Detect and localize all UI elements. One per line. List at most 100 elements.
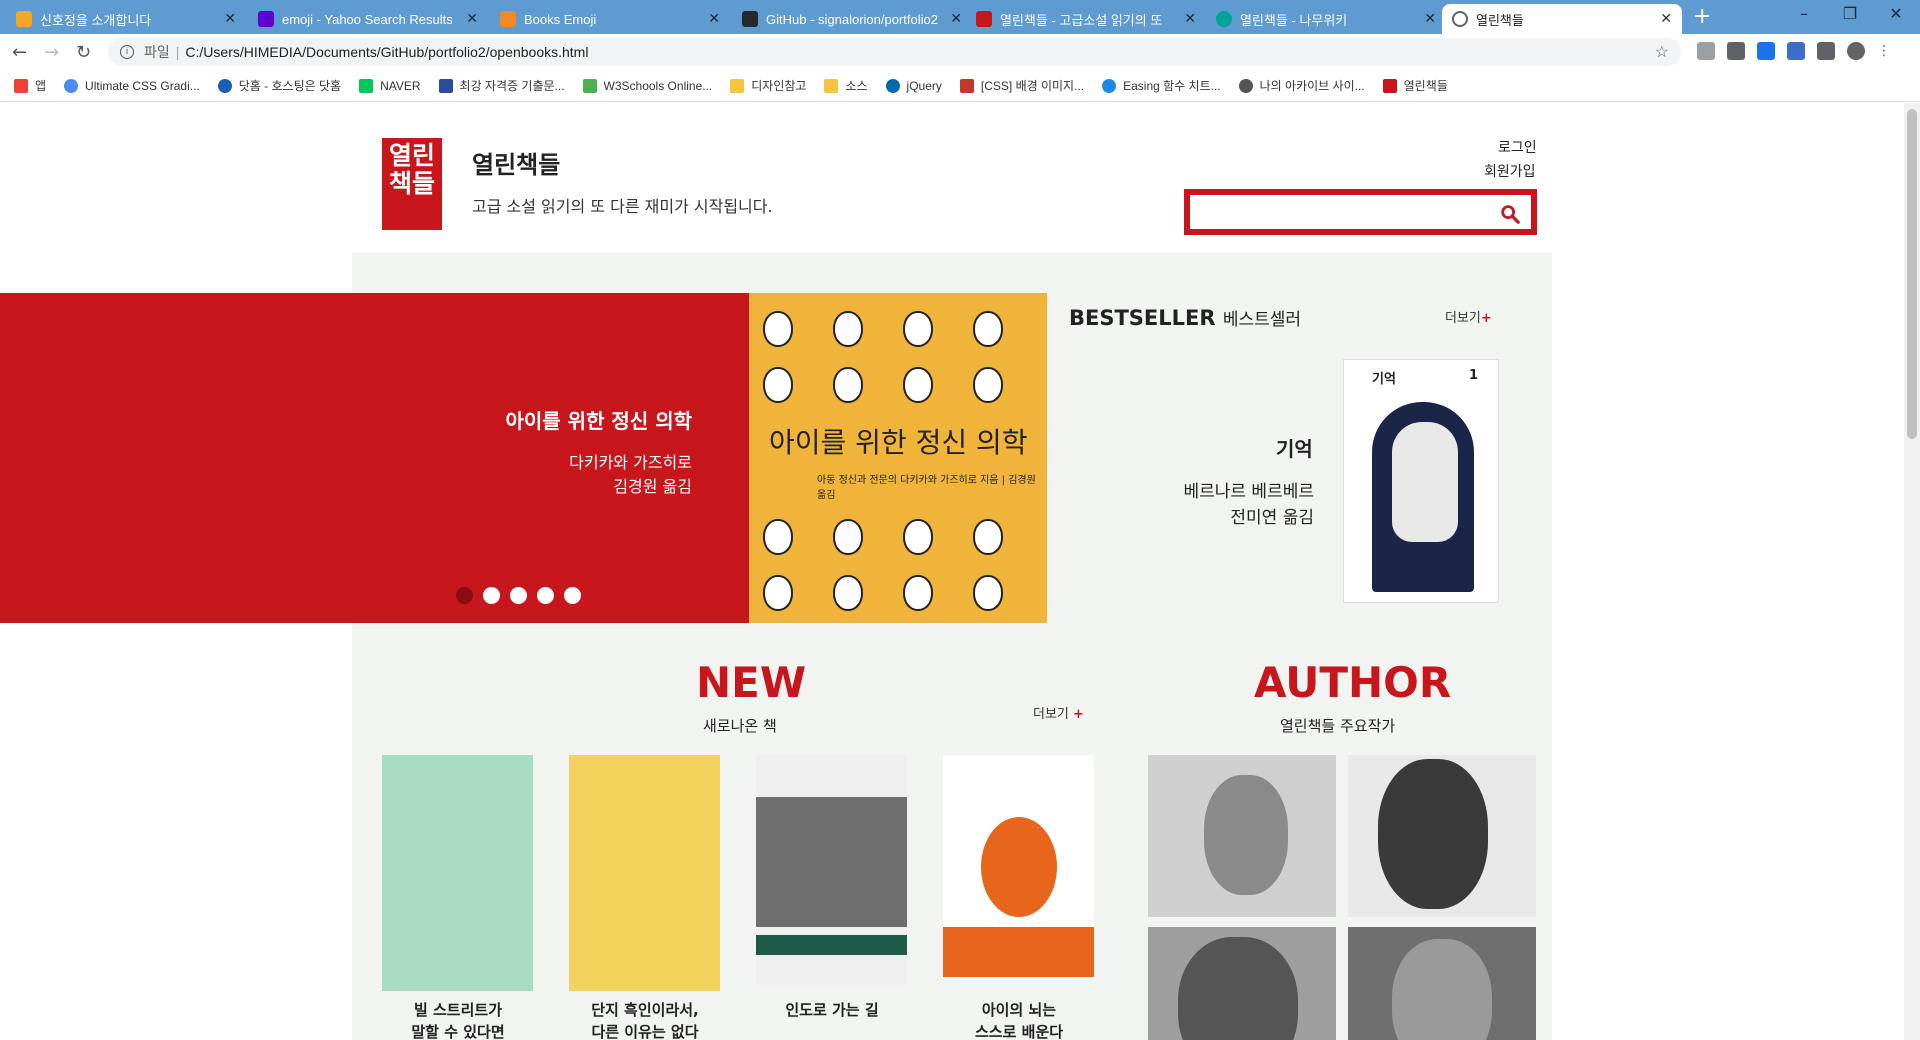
close-icon[interactable]: ✕ <box>466 10 478 27</box>
book-title[interactable]: 인도로 가는 길 <box>752 999 912 1021</box>
maximize-button[interactable]: ❐ <box>1840 4 1860 23</box>
new-section-subtitle: 새로나온 책 <box>703 717 777 735</box>
extension-badge-icon[interactable] <box>1787 42 1805 60</box>
tab-favicon-icon <box>742 11 758 27</box>
bookmark-item[interactable]: Easing 함수 치트... <box>1102 77 1221 94</box>
close-icon[interactable]: ✕ <box>708 10 720 27</box>
bestseller-book-cover[interactable]: 기억 1 <box>1343 359 1499 603</box>
close-icon[interactable]: ✕ <box>224 10 236 27</box>
bookmark-item[interactable]: 앱 <box>14 77 46 94</box>
bookmark-item[interactable]: NAVER <box>359 78 421 93</box>
bookmark-item[interactable]: W3Schools Online... <box>582 78 712 93</box>
menu-icon[interactable]: ⋮ <box>1877 42 1895 60</box>
scrollbar-thumb[interactable] <box>1907 109 1917 439</box>
bookmark-item[interactable]: 닷홈 - 호스팅은 닷홈 <box>217 77 341 94</box>
login-link[interactable]: 로그인 <box>1498 137 1537 157</box>
bestseller-more-link[interactable]: 더보기+ <box>1445 307 1492 326</box>
book-cover[interactable] <box>382 755 533 991</box>
plus-icon: + <box>1073 707 1084 722</box>
download-icon[interactable] <box>1757 42 1775 60</box>
info-icon[interactable]: i <box>120 45 134 59</box>
bookmark-folder[interactable]: 디자인참고 <box>730 77 806 94</box>
bookmark-item[interactable]: [CSS] 배경 이미지... <box>959 77 1084 94</box>
book-title[interactable]: 아이의 뇌는 스스로 배운다 <box>939 999 1099 1040</box>
book-cover[interactable] <box>943 755 1094 977</box>
author-photo[interactable] <box>1348 755 1536 917</box>
bookmark-item[interactable]: 열린책들 <box>1382 77 1448 94</box>
browser-tab[interactable]: emoji - Yahoo Search Results ✕ <box>248 4 488 34</box>
page-viewport: 열린 책들 열린책들 고급 소설 읽기의 또 다른 재미가 시작됩니다. 로그인… <box>0 103 1904 1040</box>
book-cover[interactable] <box>756 755 907 985</box>
tab-favicon-icon <box>16 11 32 27</box>
browser-toolbar: ← → ↻ i 파일 | C:/Users/HIMEDIA/Documents/… <box>0 34 1920 70</box>
close-icon[interactable]: ✕ <box>950 10 962 27</box>
hero-book-author: 다키카와 가즈히로 <box>569 453 692 472</box>
profile-icon[interactable] <box>1847 42 1865 60</box>
translate-icon[interactable] <box>1727 42 1745 60</box>
minimize-button[interactable]: – <box>1794 4 1814 23</box>
author-face <box>1178 937 1298 1040</box>
hero-book-cover[interactable]: 아이를 위한 정신 의학 아동 정신과 전문의 다키카와 가즈히로 지음 | 김… <box>749 293 1047 623</box>
search-icon[interactable] <box>1499 203 1521 225</box>
hero-book-title[interactable]: 아이를 위한 정신 의학 <box>506 405 693 434</box>
bookmark-label: Easing 함수 치트... <box>1123 79 1221 93</box>
bookmark-favicon-icon <box>64 78 79 93</box>
signup-link[interactable]: 회원가입 <box>1484 161 1536 181</box>
cover-title: 기억 <box>1372 372 1396 387</box>
url-text[interactable]: C:/Users/HIMEDIA/Documents/GitHub/portfo… <box>185 44 588 60</box>
reload-icon[interactable]: ↻ <box>76 42 91 63</box>
slider-dot[interactable] <box>537 587 554 604</box>
cover-face-doodle <box>763 519 793 555</box>
browser-tab[interactable]: GitHub - signalorion/portfolio2 ✕ <box>732 4 972 34</box>
bookmark-item[interactable]: 나의 아카이브 사이... <box>1238 77 1365 94</box>
slider-dot[interactable] <box>483 587 500 604</box>
bookmark-item[interactable]: jQuery <box>885 78 942 93</box>
slider-dot[interactable] <box>456 587 473 604</box>
tab-label: 열린책들 - 나무위키 <box>1240 12 1348 28</box>
bestseller-title-ko: 베스트셀러 <box>1222 310 1302 330</box>
bookmark-favicon-icon <box>217 78 232 93</box>
slider-dot[interactable] <box>564 587 581 604</box>
camera-icon[interactable] <box>1697 42 1715 60</box>
star-icon[interactable]: ☆ <box>1655 42 1669 62</box>
search-box[interactable] <box>1184 189 1537 235</box>
globe-icon <box>1238 78 1253 93</box>
bookmark-label: 최강 자격증 기출문... <box>459 79 565 93</box>
cover-face-doodle <box>973 575 1003 611</box>
address-bar[interactable]: i 파일 | C:/Users/HIMEDIA/Documents/GitHub… <box>108 38 1681 66</box>
vertical-scrollbar[interactable] <box>1904 103 1920 1040</box>
url-separator: | <box>175 44 180 60</box>
close-icon[interactable]: ✕ <box>1424 10 1436 27</box>
bestseller-book-title[interactable]: 기억 <box>1276 433 1313 462</box>
site-logo[interactable]: 열린 책들 <box>382 138 442 230</box>
new-tab-button[interactable]: + <box>1693 4 1711 29</box>
slider-dot[interactable] <box>510 587 527 604</box>
close-icon[interactable]: ✕ <box>1660 10 1672 27</box>
bookmark-label: 열린책들 <box>1403 79 1448 93</box>
author-photo[interactable] <box>1348 927 1536 1040</box>
bookmark-item[interactable]: Ultimate CSS Gradi... <box>64 78 200 93</box>
author-photo[interactable] <box>1148 927 1336 1040</box>
author-photo[interactable] <box>1148 755 1336 917</box>
puzzle-icon[interactable] <box>1817 42 1835 60</box>
cover-face-doodle <box>763 311 793 347</box>
search-input[interactable] <box>1198 195 1498 229</box>
browser-tab[interactable]: 열린책들 - 고급소설 읽기의 또 ✕ <box>966 4 1206 34</box>
browser-tab[interactable]: 열린책들 - 나무위키 ✕ <box>1206 4 1446 34</box>
back-arrow-icon[interactable]: ← <box>12 42 27 63</box>
bookmark-folder[interactable]: 소스 <box>824 77 868 94</box>
bookmark-item[interactable]: 최강 자격증 기출문... <box>438 77 565 94</box>
book-cover[interactable] <box>569 755 720 991</box>
tab-label: emoji - Yahoo Search Results <box>282 11 453 27</box>
browser-tab-active[interactable]: 열린책들 ✕ <box>1442 4 1682 34</box>
browser-tab[interactable]: 신호정을 소개합니다 ✕ <box>6 4 246 34</box>
site-title: 열린책들 <box>472 151 561 179</box>
browser-tab[interactable]: Books Emoji ✕ <box>490 4 730 34</box>
close-window-button[interactable]: ✕ <box>1886 4 1906 23</box>
bookmark-favicon-icon <box>438 78 453 93</box>
close-icon[interactable]: ✕ <box>1184 10 1196 27</box>
forward-arrow-icon[interactable]: → <box>44 42 59 63</box>
new-more-link[interactable]: 더보기 + <box>1033 703 1084 722</box>
book-title[interactable]: 빌 스트리트가 말할 수 있다면 <box>378 999 538 1040</box>
book-title[interactable]: 단지 흑인이라서, 다른 이유는 없다 <box>565 999 725 1040</box>
